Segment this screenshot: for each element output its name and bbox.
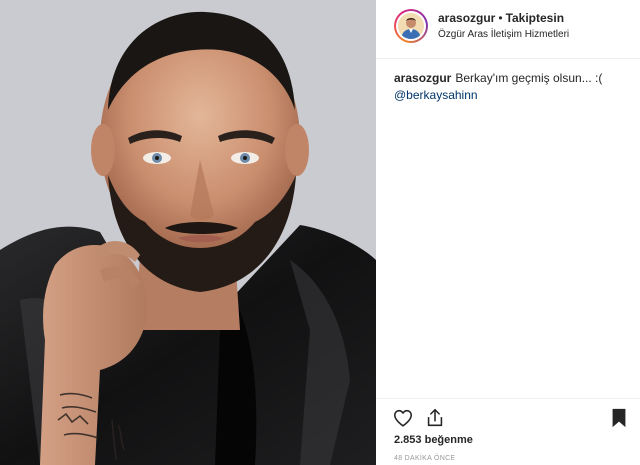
post-caption: arasozgur Berkay'ım geçmiş olsun... :( @b… [394,70,624,104]
author-subtitle-link[interactable]: Özgür Aras İletişim Hizmetleri [438,29,569,40]
post-author-line: arasozgur • Takiptesin [438,11,564,25]
portrait-image [0,0,376,465]
avatar-image [398,13,424,39]
instagram-post: arasozgur • Takiptesin Özgür Aras İletişim… [0,0,640,465]
post-timestamp[interactable]: 48 DAKİKA ÖNCE [394,455,455,462]
author-username-link[interactable]: arasozgur [438,11,495,25]
heart-outline-icon[interactable] [392,407,414,429]
bookmark-filled-icon[interactable] [608,407,630,429]
post-side-panel: arasozgur • Takiptesin Özgür Aras İletişim… [376,0,640,465]
separator-dot: • [498,11,503,25]
caption-text: Berkay'ım geçmiş olsun... :( [455,71,603,85]
likes-number: 2.853 [394,434,422,446]
likes-count[interactable]: 2.853 beğenme [394,434,473,446]
caption-mention-link[interactable]: @berkaysahinn [394,87,478,104]
follow-status-button[interactable]: Takiptesin [506,11,564,25]
caption-username-link[interactable]: arasozgur [394,71,451,85]
post-actions: 2.853 beğenme 48 DAKİKA ÖNCE [376,398,640,465]
post-photo[interactable] [0,0,376,465]
post-header: arasozgur • Takiptesin Özgür Aras İletişim… [376,0,640,59]
avatar-portrait [398,13,424,39]
avatar[interactable] [394,9,428,43]
likes-label: beğenme [424,434,473,446]
share-upload-icon[interactable] [424,407,446,429]
